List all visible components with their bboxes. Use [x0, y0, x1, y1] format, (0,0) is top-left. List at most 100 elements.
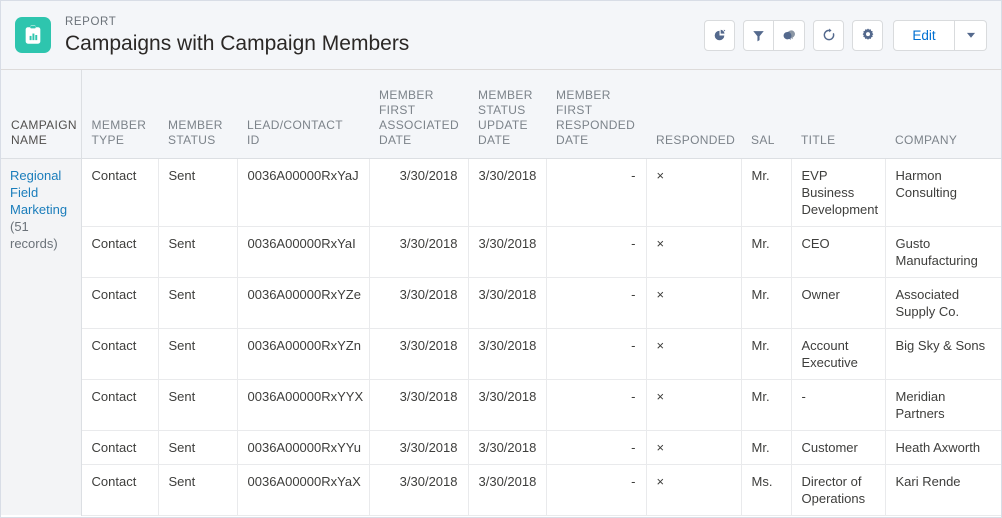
cell-member-type: Contact — [81, 328, 159, 380]
cell-member-type: Contact — [81, 379, 159, 431]
cell-company: Big Sky & Sons — [885, 328, 1001, 380]
filter-funnel-icon — [753, 30, 764, 41]
cell-status-update-date: 3/30/2018 — [468, 430, 547, 465]
cell-company: Kari Rende — [885, 464, 1001, 516]
edit-button[interactable]: Edit — [893, 19, 955, 51]
cell-status-update-date: 3/30/2018 — [468, 277, 547, 329]
table-row: Contact Sent 0036A00000RxYYX 3/30/2018 3… — [1, 379, 1001, 431]
settings-button[interactable] — [852, 19, 883, 51]
cell-first-associated-date: 3/30/2018 — [369, 277, 469, 329]
cell-responded: × — [646, 430, 742, 465]
column-header-campaign-name[interactable]: CAMPAIGN NAME — [1, 70, 82, 159]
table-body: Regional Field Marketing (51 records) Co… — [1, 158, 1001, 516]
refresh-button[interactable] — [813, 19, 844, 51]
filters-button[interactable] — [743, 19, 774, 51]
cell-member-status: Sent — [158, 277, 238, 329]
edit-button-group: Edit — [893, 19, 987, 51]
cell-status-update-date: 3/30/2018 — [468, 226, 547, 278]
chevron-down-icon — [966, 32, 975, 38]
report-table: CAMPAIGN NAME MEMBER TYPE MEMBER STATUS … — [1, 70, 1001, 516]
column-header-member-type[interactable]: MEMBER TYPE — [81, 70, 158, 159]
cell-responded: × — [646, 379, 742, 431]
cell-title: Director of Operations — [791, 464, 886, 516]
title-block: REPORT Campaigns with Campaign Members — [65, 15, 696, 56]
cell-first-responded-date: - — [546, 464, 647, 516]
cell-first-associated-date: 3/30/2018 — [369, 430, 469, 465]
column-header-member-first-responded-date[interactable]: MEMBER FIRST RESPONDED DATE — [546, 70, 646, 159]
cell-title: CEO — [791, 226, 886, 278]
cell-first-responded-date: - — [546, 226, 647, 278]
column-header-member-status-update-date[interactable]: MEMBER STATUS UPDATE DATE — [468, 70, 546, 159]
cell-first-associated-date: 3/30/2018 — [369, 464, 469, 516]
cell-first-responded-date: - — [546, 379, 647, 431]
page-header: REPORT Campaigns with Campaign Members E… — [1, 1, 1001, 70]
refresh-button-group — [813, 19, 844, 51]
cell-member-type: Contact — [81, 277, 159, 329]
page-title: Campaigns with Campaign Members — [65, 31, 410, 55]
cell-sal: Mr. — [741, 430, 792, 465]
cell-company: Gusto Manufacturing — [885, 226, 1001, 278]
filter-feed-button-group — [743, 19, 805, 51]
table-row: Contact Sent 0036A00000RxYaX 3/30/2018 3… — [1, 464, 1001, 516]
campaign-group-link[interactable]: Regional Field Marketing — [10, 168, 67, 217]
table-row: Contact Sent 0036A00000RxYYu 3/30/2018 3… — [1, 430, 1001, 465]
feed-button[interactable] — [774, 19, 805, 51]
edit-dropdown-button[interactable] — [955, 19, 987, 51]
cell-company: Harmon Consulting — [885, 158, 1001, 227]
report-toolbar: Edit — [696, 19, 987, 51]
cell-status-update-date: 3/30/2018 — [468, 328, 547, 380]
cell-status-update-date: 3/30/2018 — [468, 379, 547, 431]
cell-member-status: Sent — [158, 430, 238, 465]
cell-member-status: Sent — [158, 328, 238, 380]
table-row: Contact Sent 0036A00000RxYZe 3/30/2018 3… — [1, 277, 1001, 329]
add-chart-button[interactable] — [704, 19, 735, 51]
pie-chart-icon — [714, 29, 726, 40]
cell-sal: Mr. — [741, 277, 792, 329]
column-header-sal[interactable]: SAL — [741, 70, 791, 159]
cell-lead-contact-id: 0036A00000RxYYu — [237, 430, 370, 465]
cell-first-responded-date: - — [546, 430, 647, 465]
cell-first-associated-date: 3/30/2018 — [369, 226, 469, 278]
cell-member-status: Sent — [158, 226, 238, 278]
cell-title: Account Executive — [791, 328, 886, 380]
cell-sal: Ms. — [741, 464, 792, 516]
cell-first-responded-date: - — [546, 277, 647, 329]
group-cell-campaign: Regional Field Marketing (51 records) — [1, 158, 82, 515]
refresh-icon — [823, 28, 834, 41]
table-row: Regional Field Marketing (51 records) Co… — [1, 158, 1001, 515]
table-row: Contact Sent 0036A00000RxYZn 3/30/2018 3… — [1, 328, 1001, 380]
cell-first-associated-date: 3/30/2018 — [369, 158, 469, 227]
campaign-group-count: (51 records) — [10, 218, 58, 251]
column-header-member-status[interactable]: MEMBER STATUS — [158, 70, 237, 159]
cell-title: Customer — [791, 430, 886, 465]
column-header-responded[interactable]: RESPONDED — [646, 70, 741, 159]
chart-button-group — [704, 19, 735, 51]
feed-bubbles-icon — [783, 30, 795, 40]
column-header-lead-contact-id[interactable]: LEAD/CONTACT ID — [237, 70, 369, 159]
cell-responded: × — [646, 158, 742, 227]
cell-lead-contact-id: 0036A00000RxYaI — [237, 226, 370, 278]
cell-company: Associated Supply Co. — [885, 277, 1001, 329]
cell-member-type: Contact — [81, 158, 159, 227]
report-clipboard-icon — [15, 17, 51, 53]
cell-lead-contact-id: 0036A00000RxYZn — [237, 328, 370, 380]
cell-sal: Mr. — [741, 226, 792, 278]
cell-member-status: Sent — [158, 158, 238, 227]
cell-responded: × — [646, 226, 742, 278]
cell-sal: Mr. — [741, 379, 792, 431]
column-header-member-first-associated-date[interactable]: MEMBER FIRST ASSOCIATED DATE — [369, 70, 468, 159]
column-header-title[interactable]: TITLE — [791, 70, 885, 159]
cell-member-type: Contact — [81, 226, 159, 278]
page-eyebrow: REPORT — [65, 15, 117, 28]
cell-company: Meridian Partners — [885, 379, 1001, 431]
cell-title: EVP Business Development — [791, 158, 886, 227]
cell-status-update-date: 3/30/2018 — [468, 158, 547, 227]
report-table-container[interactable]: CAMPAIGN NAME MEMBER TYPE MEMBER STATUS … — [1, 70, 1001, 517]
column-header-company[interactable]: COMPANY — [885, 70, 1001, 159]
cell-first-responded-date: - — [546, 328, 647, 380]
table-row: Contact Sent 0036A00000RxYaI 3/30/2018 3… — [1, 226, 1001, 278]
cell-lead-contact-id: 0036A00000RxYaJ — [237, 158, 370, 227]
table-header-row: CAMPAIGN NAME MEMBER TYPE MEMBER STATUS … — [1, 70, 1001, 159]
cell-company: Heath Axworth — [885, 430, 1001, 465]
cell-responded: × — [646, 277, 742, 329]
